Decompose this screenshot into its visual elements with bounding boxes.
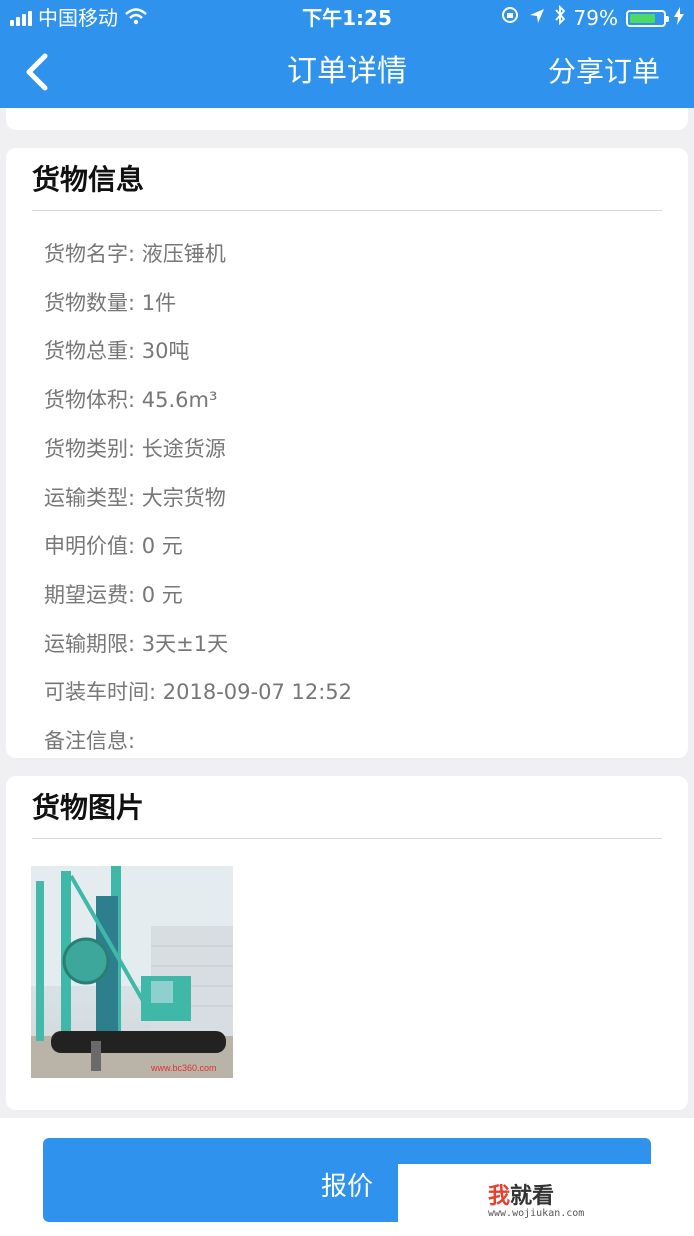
cargo-info-row: 申明价值: 0 元 — [44, 530, 183, 560]
watermark: 我就看 www.wojiukan.com — [398, 1164, 694, 1236]
cargo-info-label: 运输期限: — [44, 631, 142, 656]
divider — [32, 210, 662, 211]
location-icon — [528, 0, 546, 36]
cargo-info-row: 运输期限: 3天±1天 — [44, 628, 228, 658]
cargo-info-value: 45.6m³ — [141, 388, 218, 413]
cargo-info-card: 货物信息 货物名字: 液压锤机 货物数量: 1件 货物总重: 30吨 货物体积: 45… — [6, 148, 688, 758]
cargo-info-label: 货物体积: — [44, 388, 142, 413]
cargo-info-value: 0 元 — [141, 534, 183, 559]
status-bar: 中国移动 下午1:25 79% — [0, 0, 694, 36]
cargo-info-row: 备注信息: — [44, 725, 135, 755]
cargo-info-label: 期望运费: — [44, 582, 142, 607]
cargo-info-label: 货物类别: — [44, 436, 142, 461]
nav-bar: 订单详情 分享订单 — [0, 36, 694, 108]
cargo-info-row: 货物数量: 1件 — [44, 287, 176, 317]
top-bar: 中国移动 下午1:25 79% 订单详情 分享订单 — [0, 0, 694, 108]
orientation-lock-icon — [500, 0, 520, 36]
cargo-info-value: 30吨 — [141, 339, 190, 364]
cargo-info-label: 申明价值: — [44, 534, 142, 559]
cargo-info-label: 货物总重: — [44, 339, 142, 364]
bluetooth-icon — [554, 0, 566, 36]
cargo-info-value: 3天±1天 — [141, 631, 229, 656]
cargo-info-row: 可装车时间: 2018-09-07 12:52 — [44, 676, 352, 706]
cargo-info-value: 长途货源 — [141, 436, 226, 461]
watermark-logo: 我就看 — [488, 1184, 555, 1209]
divider — [32, 838, 662, 839]
charging-icon — [674, 0, 684, 36]
cargo-info-row: 货物体积: 45.6m³ — [44, 384, 217, 414]
machine-illustration: www.bc360.com — [31, 866, 233, 1078]
watermark-url: www.wojiukan.com — [488, 1208, 585, 1219]
cargo-info-value: 大宗货物 — [141, 485, 226, 510]
cargo-info-value: 0 元 — [141, 582, 183, 607]
cargo-info-label: 备注信息: — [44, 729, 136, 753]
cargo-info-value: 2018-09-07 12:52 — [162, 680, 353, 705]
share-order-button[interactable]: 分享订单 — [548, 36, 660, 108]
cargo-info-value: 1件 — [141, 290, 177, 315]
cargo-info-label: 货物名字: — [44, 242, 142, 266]
cargo-info-row: 运输类型: 大宗货物 — [44, 482, 226, 512]
cargo-info-row: 货物总重: 30吨 — [44, 335, 190, 365]
cargo-info-label: 货物数量: — [44, 290, 142, 315]
cargo-photos-card: 货物图片 www.bc360.com — [6, 776, 688, 1110]
cargo-photos-title: 货物图片 — [32, 791, 145, 824]
cargo-info-value: 液压锤机 — [141, 242, 226, 266]
cargo-info-row: 货物类别: 长途货源 — [44, 433, 226, 463]
battery-percent: 79% — [573, 6, 618, 30]
cargo-photo[interactable]: www.bc360.com — [31, 866, 233, 1078]
cargo-info-title: 货物信息 — [32, 163, 145, 196]
cargo-info-row: 期望运费: 0 元 — [44, 579, 183, 609]
cargo-info-row: 货物名字: 液压锤机 — [44, 238, 226, 268]
battery-icon — [626, 9, 669, 27]
cargo-info-label: 可装车时间: — [44, 680, 163, 705]
photo-caption: www.bc360.com — [150, 1063, 217, 1073]
cargo-info-label: 运输类型: — [44, 485, 142, 510]
